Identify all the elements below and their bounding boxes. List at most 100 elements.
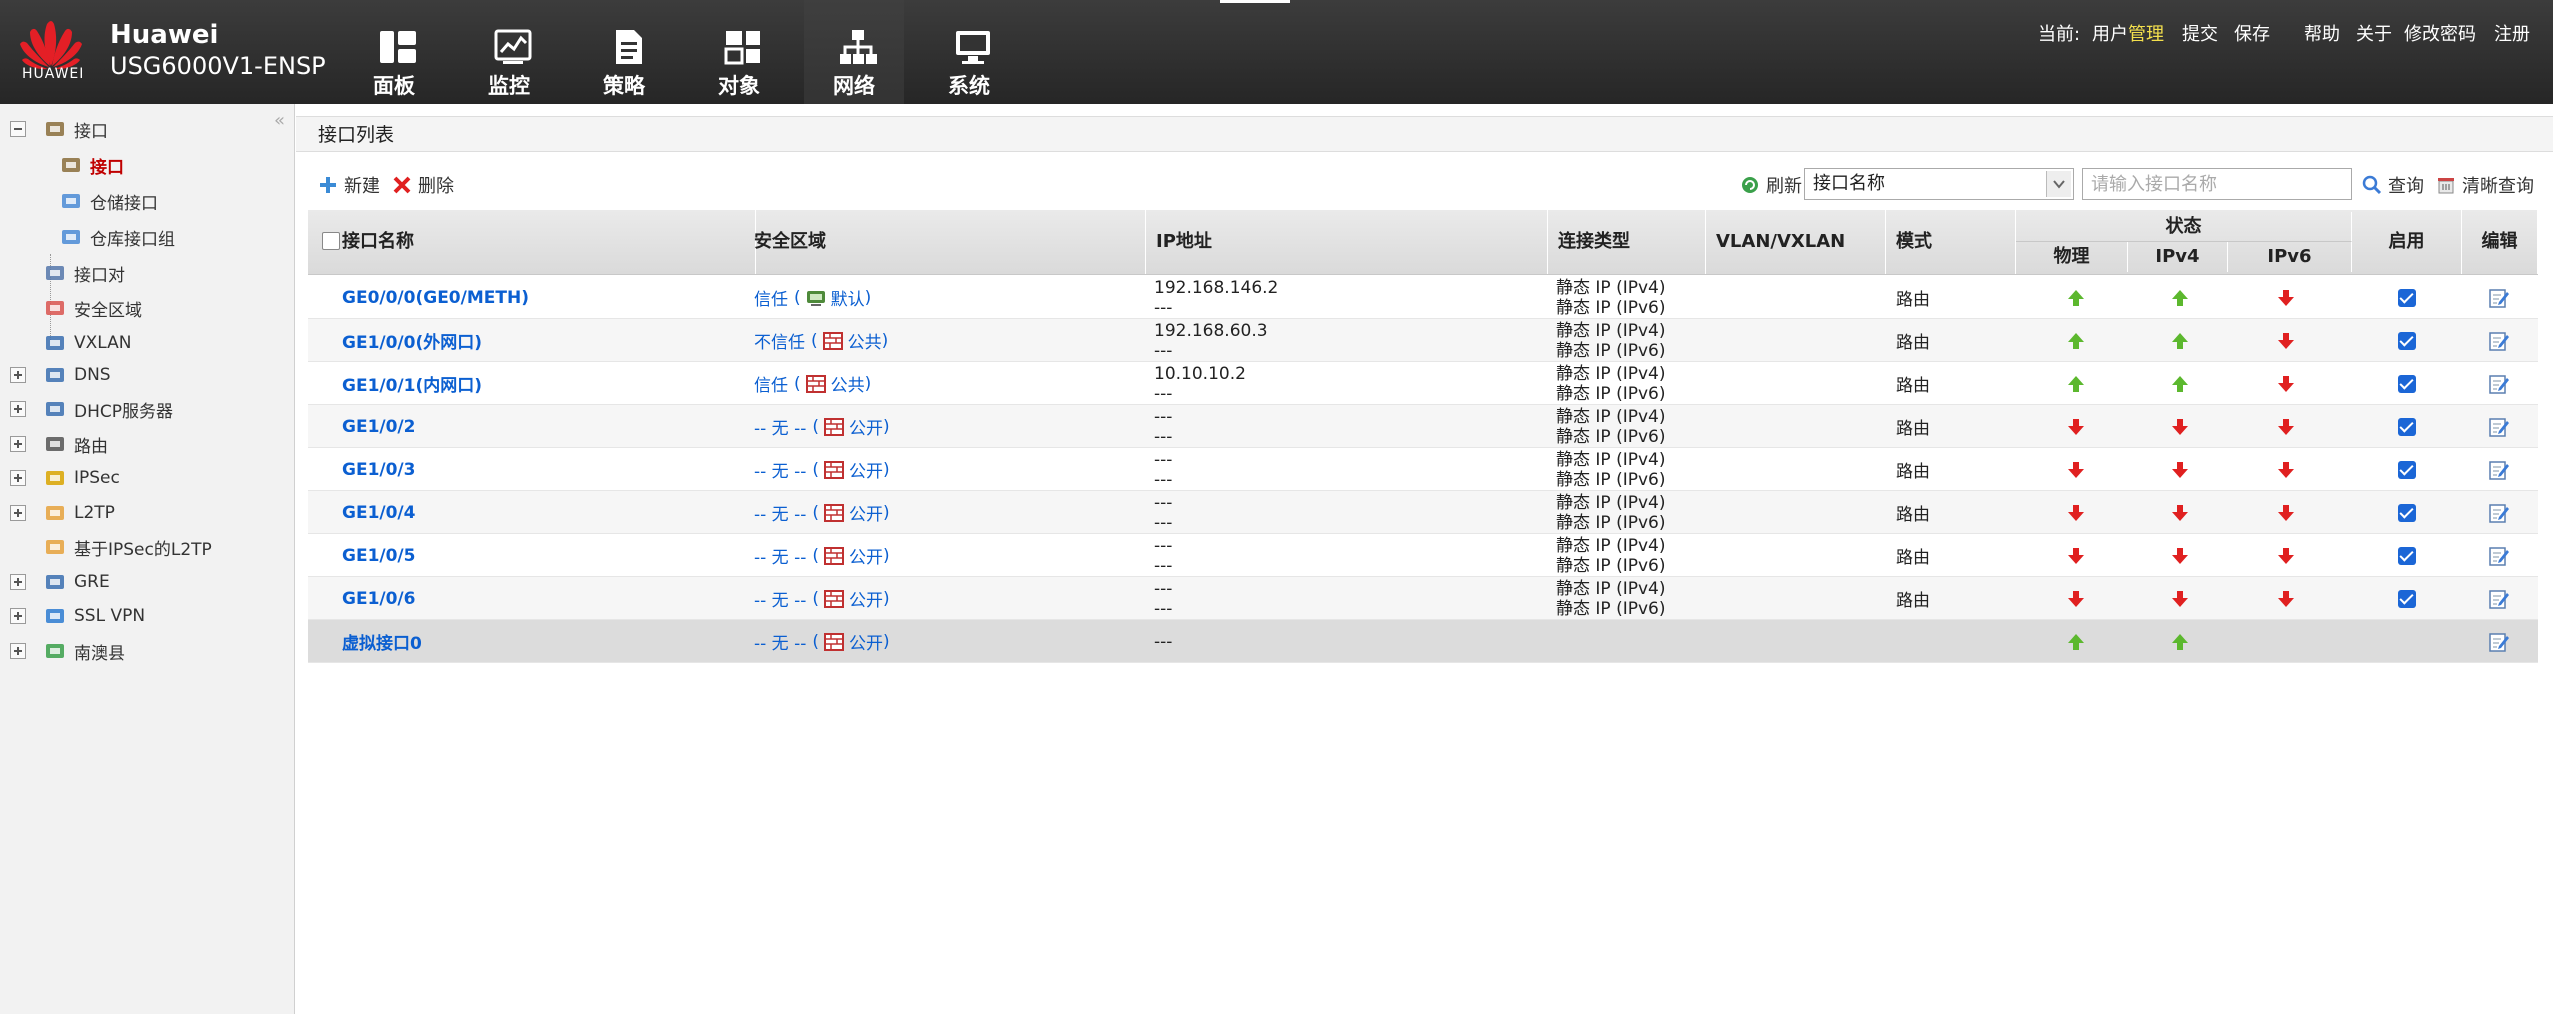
expand-icon[interactable] xyxy=(10,436,26,452)
expand-icon[interactable] xyxy=(10,367,26,383)
enable-checkbox[interactable] xyxy=(2398,491,2416,534)
delete-button[interactable]: 删除 xyxy=(392,172,454,198)
expand-icon[interactable] xyxy=(10,401,26,417)
virtual-system-link[interactable]: 公开 xyxy=(849,543,883,568)
col-mode[interactable]: 模式 xyxy=(1886,210,2016,274)
interface-name-link[interactable]: GE1/0/1(内网口) xyxy=(342,362,482,405)
enable-checkbox[interactable] xyxy=(2398,319,2416,362)
table-row[interactable]: GE1/0/1(内网口) 信任 (公共) 10.10.10.2 --- 静态 IP (IP… xyxy=(308,362,2538,405)
virtual-system-link[interactable]: 公开 xyxy=(849,500,883,525)
interface-name-link[interactable]: GE1/0/4 xyxy=(342,491,415,534)
virtual-system-link[interactable]: 公开 xyxy=(849,457,883,482)
expand-icon[interactable] xyxy=(10,505,26,521)
zone-link[interactable]: -- 无 -- xyxy=(754,414,806,439)
interface-name-link[interactable]: GE0/0/0(GE0/METH) xyxy=(342,276,529,319)
collapse-icon[interactable] xyxy=(10,121,26,137)
table-row[interactable]: GE0/0/0(GE0/METH) 信任 (默认) 192.168.146.2 --- 静… xyxy=(308,276,2538,319)
virtual-system-link[interactable]: 公开 xyxy=(849,629,883,654)
table-row[interactable]: GE1/0/5 -- 无 -- (公开) --- --- 静态 IP (IPv4) 静态 I… xyxy=(308,534,2538,577)
collapse-sidebar-icon[interactable]: « xyxy=(274,110,285,131)
sidebar-item[interactable]: L2TP xyxy=(44,498,115,528)
zone-link[interactable]: -- 无 -- xyxy=(754,586,806,611)
sidebar-item[interactable]: 路由 xyxy=(44,429,108,459)
expand-icon[interactable] xyxy=(10,608,26,624)
expand-icon[interactable] xyxy=(10,643,26,659)
nav-policy[interactable]: 策略 xyxy=(574,0,674,104)
edit-button[interactable] xyxy=(2488,276,2510,319)
table-row[interactable]: GE1/0/2 -- 无 -- (公开) --- --- 静态 IP (IPv4) 静态 I… xyxy=(308,405,2538,448)
nav-dashboard[interactable]: 面板 xyxy=(344,0,444,104)
help-link[interactable]: 帮助 xyxy=(2304,20,2340,46)
sidebar-item[interactable]: 仓储接口 xyxy=(60,186,158,216)
edit-button[interactable] xyxy=(2488,620,2510,663)
save-link[interactable]: 保存 xyxy=(2234,20,2270,46)
sidebar-item[interactable]: IPSec xyxy=(44,463,120,493)
current-user[interactable]: 用户 xyxy=(2092,20,2128,46)
virtual-system-link[interactable]: 公开 xyxy=(849,586,883,611)
col-phys[interactable]: 物理 xyxy=(2016,242,2128,272)
sidebar-item[interactable]: VXLAN xyxy=(44,328,131,358)
interface-name-link[interactable]: GE1/0/5 xyxy=(342,534,415,577)
col-conn[interactable]: 连接类型 xyxy=(1548,210,1706,274)
sidebar-item[interactable]: 接口 xyxy=(44,114,108,144)
edit-button[interactable] xyxy=(2488,448,2510,491)
submit-link[interactable]: 提交 xyxy=(2182,20,2218,46)
search-input[interactable] xyxy=(2082,168,2352,200)
zone-link[interactable]: -- 无 -- xyxy=(754,500,806,525)
table-row[interactable]: GE1/0/6 -- 无 -- (公开) --- --- 静态 IP (IPv4) 静态 I… xyxy=(308,577,2538,620)
edit-button[interactable] xyxy=(2488,577,2510,620)
table-row[interactable]: GE1/0/4 -- 无 -- (公开) --- --- 静态 IP (IPv4) 静态 I… xyxy=(308,491,2538,534)
enable-checkbox[interactable] xyxy=(2398,448,2416,491)
clear-query-button[interactable]: 清晰查询 xyxy=(2436,172,2534,198)
col-ip[interactable]: IP地址 xyxy=(1146,210,1548,274)
zone-link[interactable]: -- 无 -- xyxy=(754,457,806,482)
sidebar-item[interactable]: 接口对 xyxy=(44,258,125,288)
table-row[interactable]: GE1/0/3 -- 无 -- (公开) --- --- 静态 IP (IPv4) 静态 I… xyxy=(308,448,2538,491)
table-row[interactable]: 虚拟接口0 -- 无 -- (公开) --- xyxy=(308,620,2538,663)
sidebar-item[interactable]: 接口 xyxy=(60,150,124,180)
interface-name-link[interactable]: GE1/0/3 xyxy=(342,448,415,491)
enable-checkbox[interactable] xyxy=(2398,405,2416,448)
refresh-button[interactable]: 刷新 xyxy=(1740,172,1802,198)
query-button[interactable]: 查询 xyxy=(2362,172,2424,198)
col-zone[interactable]: 安全区域 xyxy=(744,210,1146,274)
expand-icon[interactable] xyxy=(10,574,26,590)
expand-icon[interactable] xyxy=(10,470,26,486)
zone-link[interactable]: 不信任 xyxy=(754,328,805,353)
col-enable[interactable]: 启用 xyxy=(2352,210,2462,274)
enable-checkbox[interactable] xyxy=(2398,362,2416,405)
edit-button[interactable] xyxy=(2488,362,2510,405)
enable-checkbox[interactable] xyxy=(2398,276,2416,319)
edit-button[interactable] xyxy=(2488,534,2510,577)
nav-object[interactable]: 对象 xyxy=(689,0,789,104)
virtual-system-link[interactable]: 公开 xyxy=(849,414,883,439)
virtual-system-link[interactable]: 公共 xyxy=(848,328,882,353)
nav-monitor[interactable]: 监控 xyxy=(459,0,559,104)
interface-name-link[interactable]: 虚拟接口0 xyxy=(342,620,422,663)
zone-link[interactable]: 信任 xyxy=(754,285,788,310)
enable-checkbox[interactable] xyxy=(2398,577,2416,620)
virtual-system-link[interactable]: 公共 xyxy=(831,371,865,396)
zone-link[interactable]: -- 无 -- xyxy=(754,543,806,568)
sidebar-item[interactable]: 仓库接口组 xyxy=(60,222,175,252)
table-row[interactable]: GE1/0/0(外网口) 不信任 (公共) 192.168.60.3 --- 静态 IP … xyxy=(308,319,2538,362)
nav-system[interactable]: 系统 xyxy=(919,0,1019,104)
sidebar-item[interactable]: SSL VPN xyxy=(44,601,145,631)
col-name[interactable]: 接口名称 xyxy=(332,210,756,274)
edit-button[interactable] xyxy=(2488,319,2510,362)
col-ipv6[interactable]: IPv6 xyxy=(2228,242,2352,272)
edit-button[interactable] xyxy=(2488,405,2510,448)
sidebar-item[interactable]: DHCP服务器 xyxy=(44,394,173,424)
sidebar-item[interactable]: 基于IPSec的L2TP xyxy=(44,532,212,562)
sidebar-item[interactable]: 南澳县 xyxy=(44,636,125,666)
zone-link[interactable]: -- 无 -- xyxy=(754,629,806,654)
enable-checkbox[interactable] xyxy=(2398,534,2416,577)
sidebar-item[interactable]: DNS xyxy=(44,360,111,390)
add-button[interactable]: 新建 xyxy=(318,172,380,198)
interface-name-link[interactable]: GE1/0/0(外网口) xyxy=(342,319,482,362)
nav-network[interactable]: 网络 xyxy=(804,0,904,104)
register-link[interactable]: 注册 xyxy=(2494,20,2530,46)
interface-name-link[interactable]: GE1/0/2 xyxy=(342,405,415,448)
virtual-system-link[interactable]: 默认 xyxy=(831,285,865,310)
about-link[interactable]: 关于 xyxy=(2356,20,2392,46)
